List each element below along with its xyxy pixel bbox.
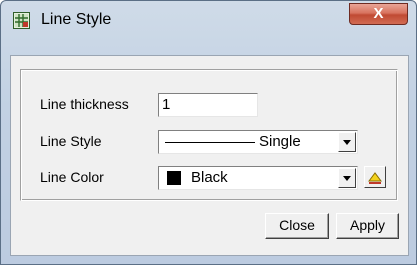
window-close-button[interactable]: X bbox=[349, 3, 408, 25]
close-button[interactable]: Close bbox=[265, 213, 329, 239]
line-color-value: Black bbox=[191, 169, 228, 186]
line-style-dropdown[interactable]: Single bbox=[158, 130, 358, 154]
color-picker-button[interactable] bbox=[364, 166, 386, 188]
line-thickness-label: Line thickness bbox=[40, 96, 129, 112]
color-picker-icon bbox=[365, 167, 385, 187]
line-color-dropdown[interactable]: Black bbox=[158, 166, 358, 190]
chevron-down-icon[interactable] bbox=[338, 132, 356, 152]
color-swatch bbox=[167, 171, 181, 185]
window-title: Line Style bbox=[41, 11, 112, 28]
line-style-preview bbox=[165, 142, 255, 143]
line-thickness-input[interactable]: 1 bbox=[158, 93, 258, 117]
apply-button[interactable]: Apply bbox=[336, 213, 399, 239]
line-color-label: Line Color bbox=[40, 169, 104, 185]
chevron-down-icon[interactable] bbox=[338, 168, 356, 188]
line-style-label: Line Style bbox=[40, 133, 102, 149]
title-bar[interactable]: Line Style X bbox=[1, 1, 416, 55]
line-style-value: Single bbox=[259, 133, 301, 150]
app-grid-icon bbox=[13, 12, 30, 29]
